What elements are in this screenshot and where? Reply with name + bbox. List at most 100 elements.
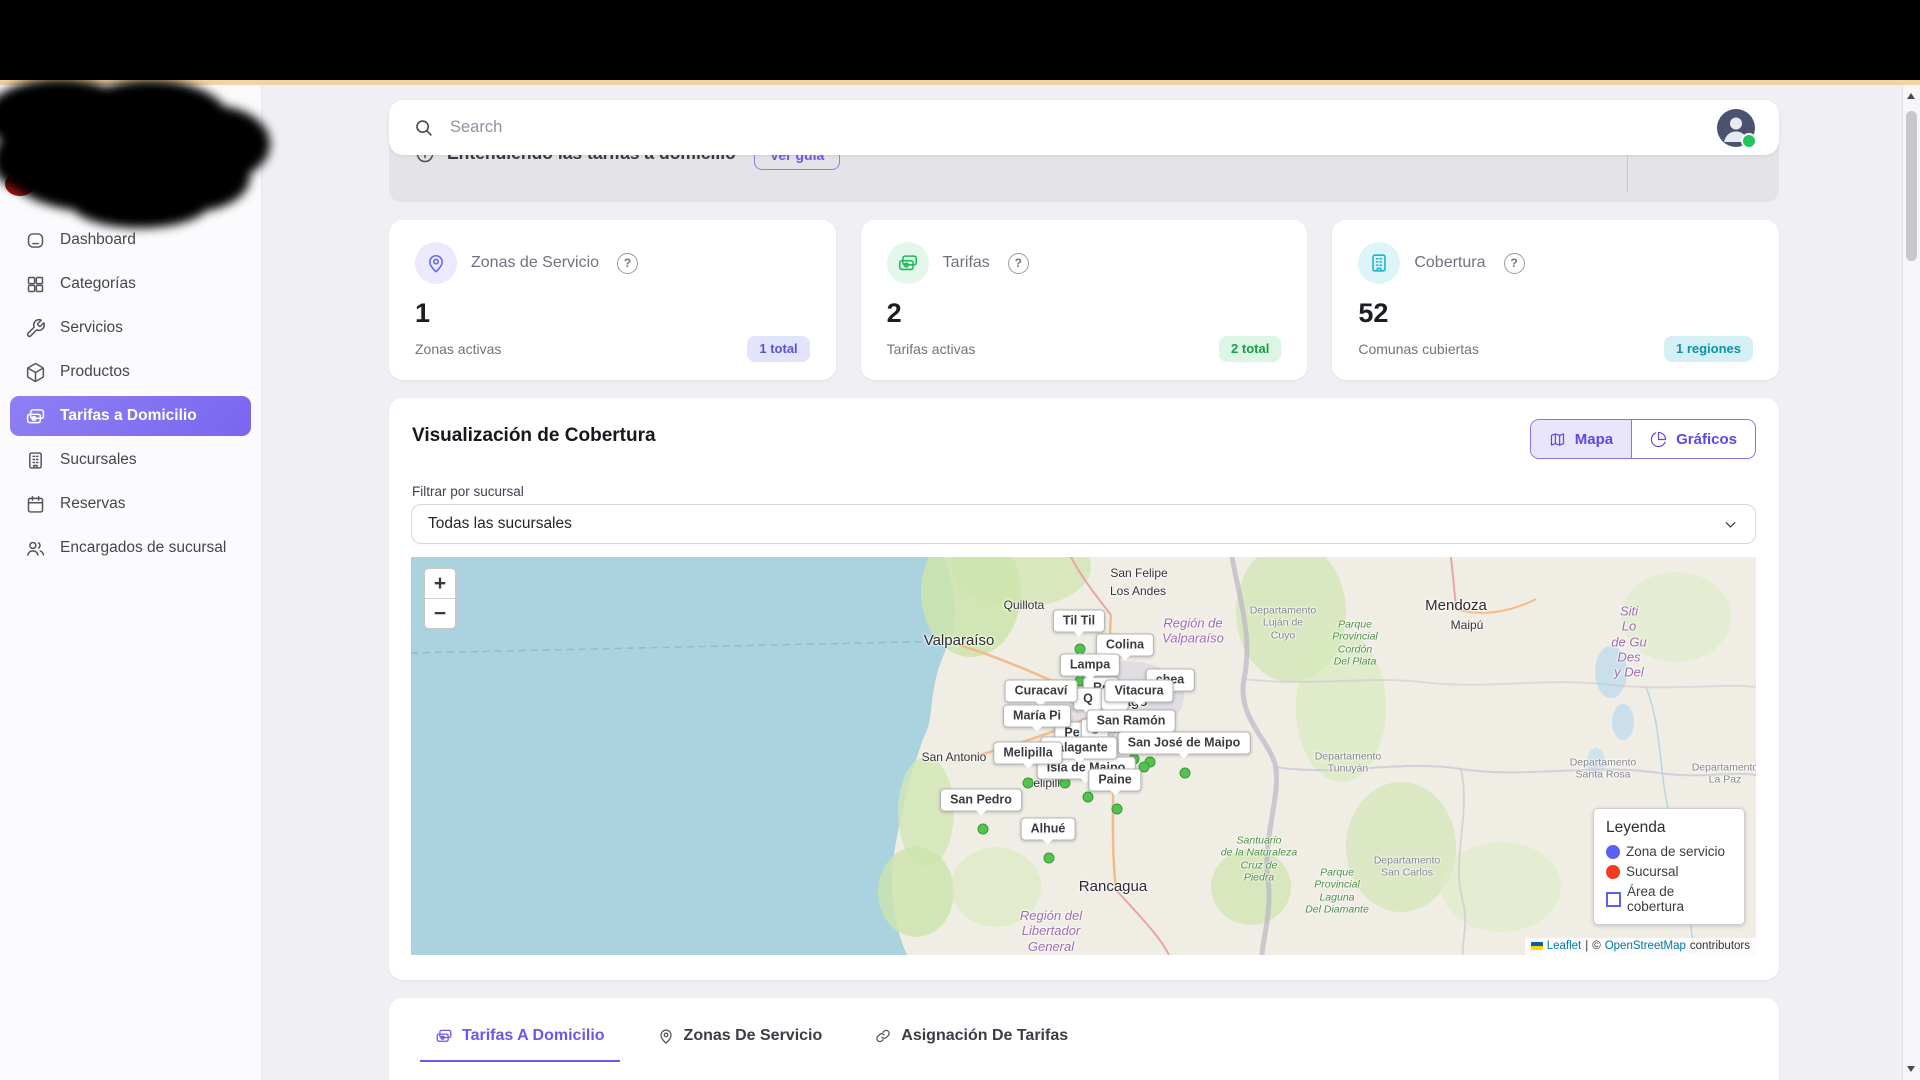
tab-zonas-de-servicio[interactable]: Zonas De Servicio: [653, 1014, 827, 1062]
wrench-icon: [25, 318, 46, 339]
sidebar-item-dashboard[interactable]: Dashboard: [10, 220, 251, 260]
help-icon[interactable]: ?: [617, 253, 638, 274]
tariff-cards-icon: [887, 242, 929, 284]
tab-tarifas-a-domicilio[interactable]: Tarifas A Domicilio: [431, 1014, 609, 1062]
online-status-dot: [1741, 133, 1757, 149]
service-zone-marker[interactable]: [1083, 792, 1094, 803]
legend-item-zona-de-servicio: Zona de servicio: [1606, 844, 1732, 859]
tab-label: Zonas De Servicio: [684, 1027, 823, 1045]
banner-divider: [1627, 152, 1628, 192]
scroll-down-arrow[interactable]: [1907, 1066, 1915, 1072]
calendar-icon: [25, 494, 46, 515]
sidebar-item-label: Sucursales: [60, 451, 137, 469]
accent-divider: [0, 80, 1920, 85]
sidebar-item-servicios[interactable]: Servicios: [10, 308, 251, 348]
tariff-cards-icon: [25, 406, 46, 427]
help-icon[interactable]: ?: [1008, 253, 1029, 274]
map-legend: Leyenda Zona de servicioSucursalÁrea de …: [1593, 808, 1745, 925]
zoom-out-button[interactable]: −: [425, 599, 455, 628]
map-tooltip-san-pedro: San Pedro: [940, 789, 1022, 812]
map-tooltip-san-jose-de-maipo: San José de Maipo: [1118, 732, 1251, 755]
scroll-up-arrow[interactable]: [1907, 93, 1915, 99]
stat-label: Comunas cubiertas: [1358, 341, 1479, 357]
building-icon: [1358, 242, 1400, 284]
stat-title: Cobertura: [1414, 254, 1485, 272]
app-window: DashboardCategorías Servicios Productos Tar…: [0, 0, 1920, 1080]
legend-item-area-de-cobertura: Área de cobertura: [1606, 884, 1732, 914]
legend-label: Zona de servicio: [1626, 844, 1725, 859]
grid-icon: [25, 274, 46, 295]
service-zone-marker[interactable]: [978, 824, 989, 835]
users-icon: [25, 538, 46, 559]
stat-value: 1: [415, 298, 810, 329]
sidebar-item-productos[interactable]: Productos: [10, 352, 251, 392]
stat-label: Zonas activas: [415, 341, 501, 357]
tab-asignacion-de-tarifas[interactable]: Asignación De Tarifas: [870, 1014, 1072, 1062]
view-button-label: Gráficos: [1676, 431, 1737, 448]
map-tooltip-lampa: Lampa: [1060, 654, 1120, 677]
search-input[interactable]: [448, 117, 1717, 138]
tab-label: Tarifas A Domicilio: [462, 1027, 605, 1045]
sidebar-item-label: Productos: [60, 363, 130, 381]
attribution-suffix: contributors: [1690, 940, 1750, 952]
stats-row: Zonas de Servicio ? 1 Zonas activas 1 to…: [389, 220, 1779, 380]
service-zone-marker[interactable]: [1112, 804, 1123, 815]
coverage-map[interactable]: San FelipeLos AndesQuillotaValparaísoSan…: [411, 557, 1756, 955]
sidebar-item-sucursales[interactable]: Sucursales: [10, 440, 251, 480]
link-icon: [874, 1027, 892, 1045]
legend-swatch: [1606, 845, 1620, 859]
map-tooltip-curacavi: Curacaví: [1005, 680, 1078, 703]
map-tooltip-melipilla: Melipilla: [993, 742, 1062, 765]
scrollbar-thumb[interactable]: [1906, 111, 1917, 261]
service-zone-marker[interactable]: [1044, 853, 1055, 864]
zoom-in-button[interactable]: +: [425, 569, 455, 599]
page-scrollbar[interactable]: [1902, 85, 1920, 1080]
stat-card-zonas-de-servicio: Zonas de Servicio ? 1 Zonas activas 1 to…: [389, 220, 836, 380]
stat-badge: 1 total: [747, 336, 809, 362]
stat-footer: Comunas cubiertas 1 regiones: [1358, 336, 1753, 362]
branch-filter-value: Todas las sucursales: [428, 515, 572, 533]
sidebar-item-tarifas-a-domicilio[interactable]: Tarifas a Domicilio: [10, 396, 251, 436]
sidebar: DashboardCategorías Servicios Productos Tar…: [0, 85, 262, 1080]
stat-header: Zonas de Servicio ?: [415, 242, 810, 284]
tariff-cards-icon: [435, 1027, 453, 1045]
map-tooltip-paine: Paine: [1088, 769, 1141, 792]
osm-link[interactable]: OpenStreetMap: [1605, 940, 1686, 952]
stat-footer: Tarifas activas 2 total: [887, 336, 1282, 362]
map-tooltip-alhue: Alhué: [1021, 818, 1076, 841]
sidebar-item-categorias[interactable]: Categorías: [10, 264, 251, 304]
help-icon[interactable]: ?: [1504, 253, 1525, 274]
user-avatar[interactable]: [1717, 109, 1755, 147]
sidebar-item-label: Tarifas a Domicilio: [60, 407, 197, 425]
stat-card-tarifas: Tarifas ? 2 Tarifas activas 2 total: [861, 220, 1308, 380]
stat-footer: Zonas activas 1 total: [415, 336, 810, 362]
service-zone-marker[interactable]: [1180, 768, 1191, 779]
sidebar-item-encargados-de-sucursal[interactable]: Encargados de sucursal: [10, 528, 251, 568]
map-zoom-control: + −: [423, 567, 457, 630]
sidebar-item-reservas[interactable]: Reservas: [10, 484, 251, 524]
legend-label: Área de cobertura: [1627, 884, 1732, 914]
stat-card-cobertura: Cobertura ? 52 Comunas cubiertas 1 regio…: [1332, 220, 1779, 380]
map-tooltip-maria-pi: María Pi: [1003, 705, 1071, 728]
stat-value: 52: [1358, 298, 1753, 329]
service-zone-marker[interactable]: [1023, 778, 1034, 789]
legend-swatch: [1606, 892, 1621, 907]
browser-topbar: [0, 0, 1920, 80]
search-bar: [389, 100, 1779, 155]
map-tooltip-vitacura: Vitacura: [1104, 680, 1173, 703]
sidebar-item-label: Encargados de sucursal: [60, 539, 226, 557]
map-tooltip-til-til: Til Til: [1053, 610, 1105, 633]
sidebar-nav: DashboardCategorías Servicios Productos Tar…: [10, 220, 251, 572]
stat-title: Zonas de Servicio: [471, 254, 599, 272]
view-button-label: Mapa: [1575, 431, 1613, 448]
mapa-view-button[interactable]: Mapa: [1531, 420, 1631, 458]
branch-filter-select[interactable]: Todas las sucursales: [411, 504, 1756, 544]
leaflet-link[interactable]: Leaflet: [1547, 940, 1582, 952]
sidebar-item-label: Servicios: [60, 319, 123, 337]
stat-header: Cobertura ?: [1358, 242, 1753, 284]
legend-label: Sucursal: [1626, 864, 1679, 879]
sidebar-item-label: Reservas: [60, 495, 125, 513]
bottom-tabs: Tarifas A Domicilio Zonas De Servicio Asig…: [431, 1014, 1072, 1062]
legend-items: Zona de servicio Sucursal Área de cobertur…: [1606, 844, 1732, 914]
graficos-view-button[interactable]: Gráficos: [1631, 420, 1755, 458]
